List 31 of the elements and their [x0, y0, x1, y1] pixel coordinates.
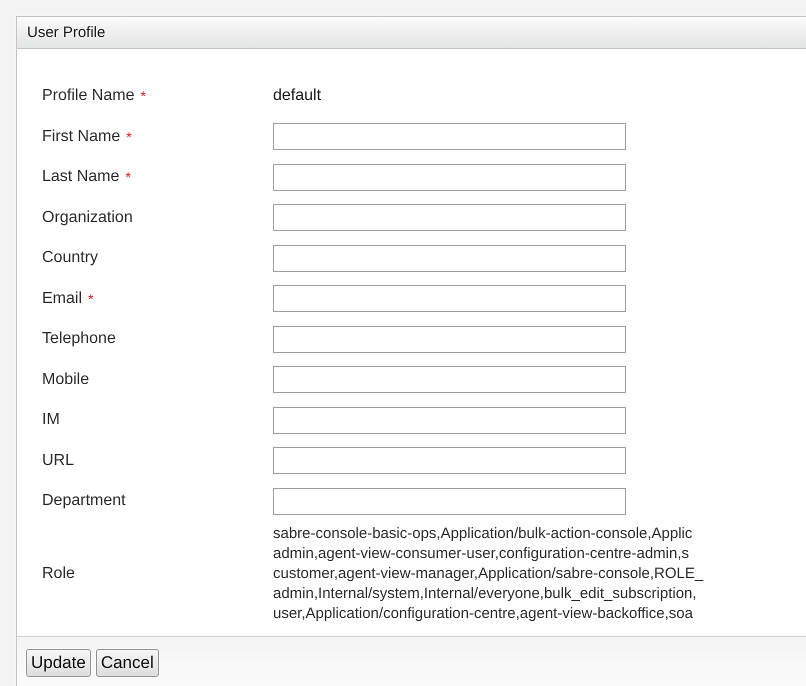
panel-title: User Profile [27, 24, 106, 41]
required-mark: * [88, 290, 94, 307]
cancel-button[interactable]: Cancel [96, 649, 159, 677]
input-field[interactable] [273, 326, 626, 353]
input-field[interactable] [273, 366, 626, 394]
field-label: IM [42, 411, 60, 430]
input-field[interactable] [273, 447, 626, 474]
input-field[interactable] [273, 123, 626, 150]
field-label: Organization [42, 208, 133, 227]
required-mark: * [140, 88, 146, 104]
profile-name-value: default [273, 87, 322, 106]
input-field[interactable] [273, 285, 626, 312]
field-label: Mobile [42, 370, 90, 389]
field-label: First Name [42, 128, 120, 146]
required-mark: * [126, 128, 132, 145]
input-field[interactable] [273, 164, 626, 191]
field-label: Role [42, 564, 75, 582]
update-button[interactable]: Update [26, 649, 91, 677]
field-label: Country [42, 249, 98, 268]
input-field[interactable] [273, 244, 626, 272]
input-field[interactable] [273, 488, 626, 515]
field-label: Last Name [42, 168, 120, 186]
role-list: sabre-console-basic-ops,Application/bulk-action-console,Applic admin,agent-view-consumer-user,configuration-centre-admin,s customer,agent-view-manager,Application/sabre-console,ROLE_ admin,Internal/system,Internal/everyone,bulk_edit_subscription, user,Application/configuration-centre,agent-view-backoffice,soa [273, 524, 704, 624]
field-label: Email [42, 290, 82, 308]
field-label: Profile Name [42, 87, 134, 106]
required-mark: * [125, 169, 131, 186]
input-field[interactable] [273, 406, 626, 434]
field-label: Telephone [42, 330, 116, 348]
field-label: URL [42, 452, 74, 470]
field-label: Department [42, 492, 126, 510]
input-field[interactable] [273, 204, 626, 232]
